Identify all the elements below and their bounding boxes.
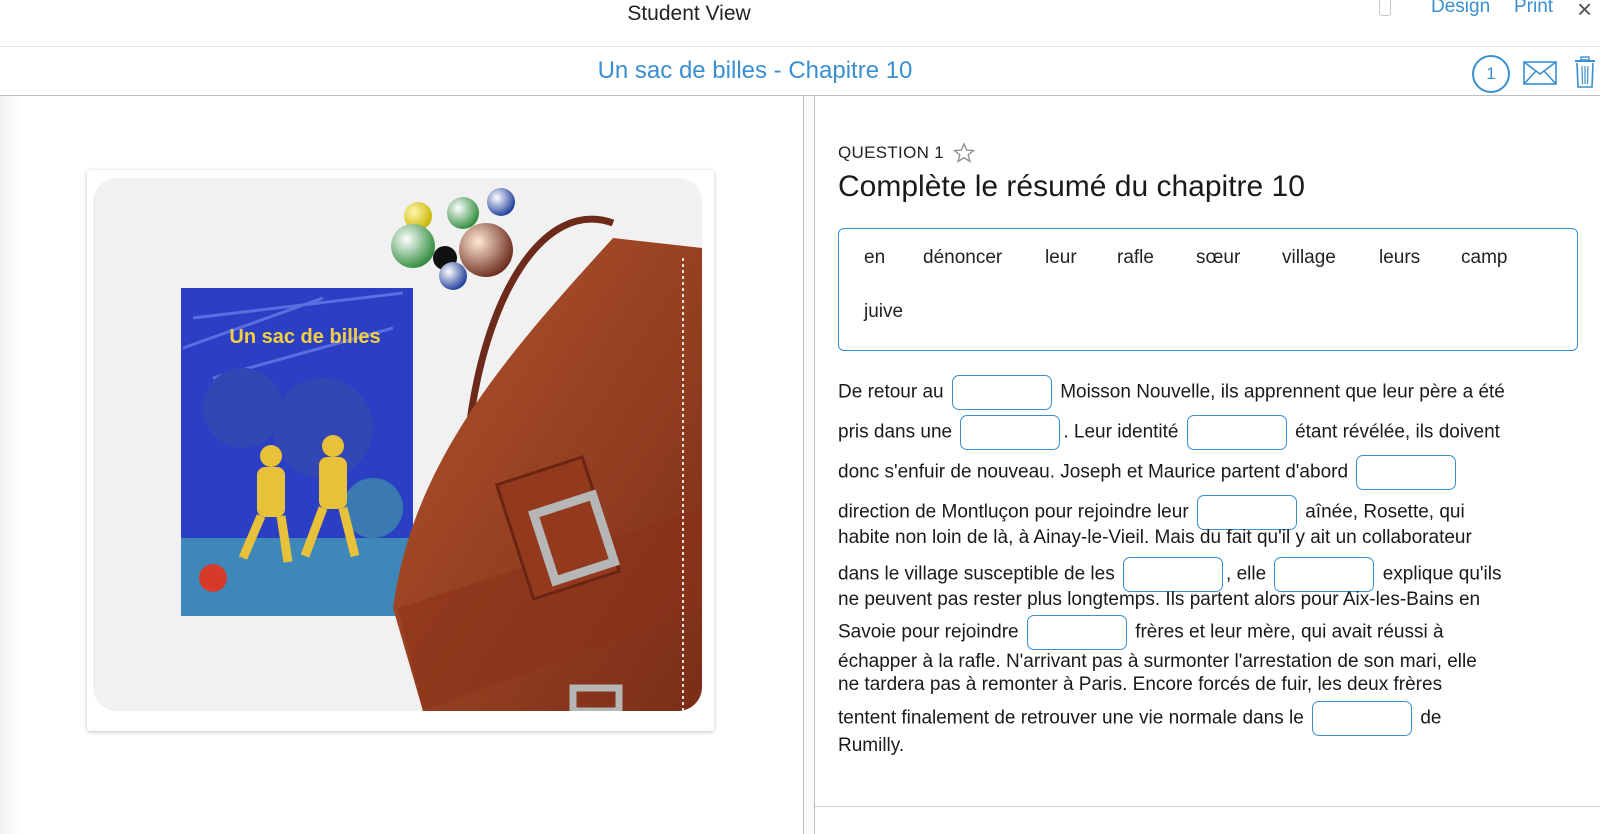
assignment-title-bar: Un sac de billes - Chapitre 10 1 bbox=[0, 47, 1600, 96]
passage-text: direction de Montluçon pour rejoindre le… bbox=[838, 501, 1189, 523]
answer-blank-3[interactable] bbox=[1186, 415, 1287, 450]
passage-text: ne tardera pas à remonter à Paris. Encor… bbox=[838, 674, 1443, 695]
passage-text: habite non loin de là, à Ainay-le-Vieil.… bbox=[838, 527, 1472, 548]
bottom-divider bbox=[815, 806, 1600, 807]
marble bbox=[391, 224, 435, 268]
word-chip[interactable]: leurs bbox=[1379, 247, 1420, 269]
book-title-text: Un sac de billes bbox=[229, 326, 380, 348]
answer-blank-1[interactable] bbox=[951, 375, 1052, 410]
passage-text: Moisson Nouvelle, ils apprennent que leu… bbox=[1060, 381, 1505, 403]
left-pane-edge bbox=[0, 96, 20, 834]
passage-text: dans le village susceptible de les bbox=[838, 563, 1115, 585]
book-and-bag-illustration: Un sac de billes bbox=[93, 178, 702, 711]
assignment-title: Un sac de billes - Chapitre 10 bbox=[597, 57, 913, 84]
word-chip[interactable]: leur bbox=[1045, 247, 1077, 269]
passage-text: , elle bbox=[1226, 563, 1267, 585]
passage-text: . Leur identité bbox=[1063, 421, 1179, 443]
passage-text: échapper à la rafle. N'arrivant pas à su… bbox=[838, 651, 1477, 672]
star-outline-icon[interactable] bbox=[953, 142, 975, 164]
marble bbox=[487, 188, 515, 216]
passage-text: De retour au bbox=[838, 381, 944, 403]
top-bar: Student View Design Print × bbox=[0, 0, 1600, 47]
passage-text: aînée, Rosette, qui bbox=[1305, 501, 1465, 523]
question-heading: Complète le résumé du chapitre 10 bbox=[838, 170, 1305, 203]
pane-divider[interactable] bbox=[803, 96, 815, 834]
word-bank: en dénoncer leur rafle sœur village leur… bbox=[838, 228, 1578, 351]
passage-text: donc s'enfuir de nouveau. Joseph et Maur… bbox=[838, 461, 1349, 483]
answer-blank-4[interactable] bbox=[1356, 455, 1457, 490]
word-chip[interactable]: village bbox=[1282, 247, 1336, 269]
answer-blank-6[interactable] bbox=[1123, 557, 1224, 592]
answer-blank-7[interactable] bbox=[1274, 557, 1375, 592]
word-chip[interactable]: dénoncer bbox=[923, 247, 1002, 269]
word-chip[interactable]: en bbox=[864, 247, 885, 269]
image-card: Un sac de billes bbox=[87, 170, 714, 731]
answer-blank-2[interactable] bbox=[960, 415, 1061, 450]
question-label: QUESTION 1 bbox=[838, 143, 944, 162]
mail-icon[interactable] bbox=[1523, 61, 1557, 85]
marble bbox=[447, 197, 479, 229]
passage-text: Savoie pour rejoindre bbox=[838, 621, 1019, 643]
passage-text: pris dans une bbox=[838, 421, 953, 443]
passage-text: étant révélée, ils doivent bbox=[1295, 421, 1500, 443]
passage-text: tentent finalement de retrouver une vie … bbox=[838, 707, 1304, 729]
answer-blank-5[interactable] bbox=[1196, 495, 1297, 530]
passage-text: Rumilly. bbox=[838, 735, 905, 756]
answer-blank-9[interactable] bbox=[1312, 701, 1413, 736]
passage-text: frères et leur mère, qui avait réussi à bbox=[1135, 621, 1444, 643]
word-chip[interactable]: sœur bbox=[1196, 247, 1240, 269]
passage-text: de bbox=[1420, 707, 1442, 729]
marble bbox=[439, 262, 467, 290]
answer-blank-8[interactable] bbox=[1026, 615, 1127, 650]
close-icon[interactable]: × bbox=[1577, 0, 1592, 25]
trash-icon[interactable] bbox=[1573, 56, 1597, 88]
word-chip[interactable]: rafle bbox=[1117, 247, 1154, 269]
view-title: Student View bbox=[627, 2, 751, 25]
design-link[interactable]: Design bbox=[1431, 0, 1490, 18]
passage-text: ne peuvent pas rester plus longtemps. Il… bbox=[838, 589, 1481, 610]
print-link[interactable]: Print bbox=[1514, 0, 1553, 18]
book-cover: Un sac de billes bbox=[181, 288, 413, 616]
marble bbox=[459, 223, 513, 277]
passage-text: explique qu'ils bbox=[1382, 563, 1502, 585]
question-count-badge[interactable]: 1 bbox=[1472, 55, 1510, 93]
word-chip[interactable]: juive bbox=[864, 301, 903, 323]
mobile-preview-icon[interactable] bbox=[1379, 0, 1391, 16]
word-chip[interactable]: camp bbox=[1461, 247, 1507, 269]
cover-photo: Un sac de billes bbox=[93, 178, 702, 711]
